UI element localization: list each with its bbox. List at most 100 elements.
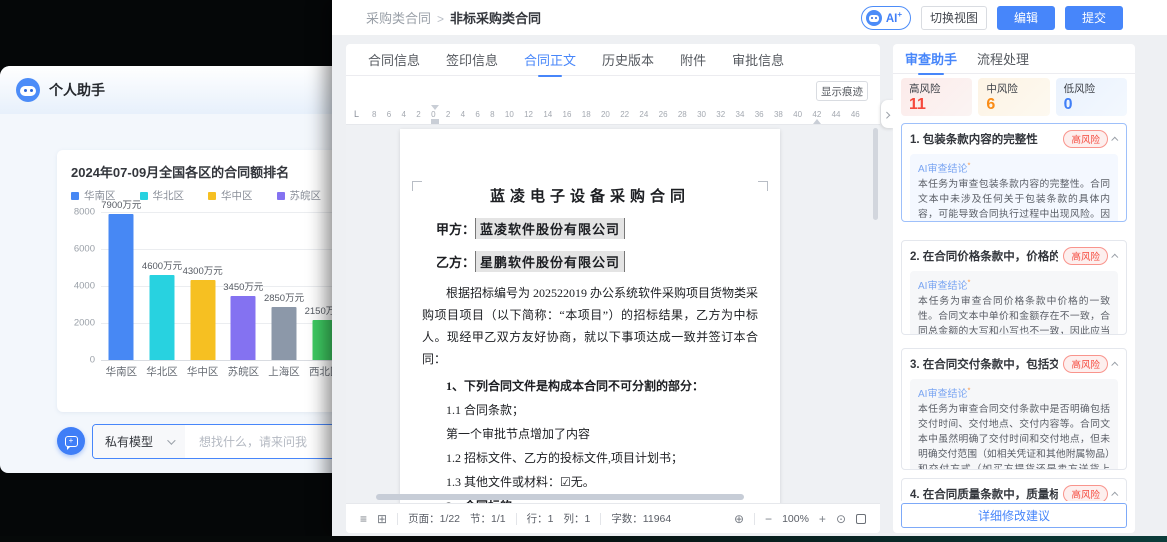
legend-item[interactable]: 华中区 <box>208 188 253 203</box>
submit-button[interactable]: 提交 <box>1065 6 1123 30</box>
ruler-tick: 34 <box>736 110 745 119</box>
fit-page-icon[interactable]: ⊙ <box>836 512 846 526</box>
review-panel: 审查助手流程处理 高风险11中风险6低风险0 1. 包装条款内容的完整性高风险A… <box>893 44 1135 533</box>
x-axis-category-label: 苏皖区 <box>223 364 264 379</box>
ruler-tick: 4 <box>461 110 465 119</box>
chevron-up-icon[interactable] <box>1111 136 1118 143</box>
ruler-tick: 2 <box>416 110 420 119</box>
review-item[interactable]: 2. 在合同价格条款中，价格的一致性高风险AI审查结论*本任务为审查合同价格条款… <box>901 240 1127 335</box>
status-column: 列：1 <box>563 511 590 526</box>
legend-item[interactable]: 苏皖区 <box>277 188 322 203</box>
bar[interactable] <box>312 320 332 360</box>
breadcrumb-separator: > <box>437 12 444 26</box>
risk-stat-value: 6 <box>986 96 1041 114</box>
review-item-title: 4. 在合同质量条款中，质量标准是否约定... <box>910 486 1058 501</box>
chat-input[interactable]: 私有模型 想找什么，请来问我 <box>92 424 332 459</box>
y-axis-tick-label: 6000 <box>74 244 95 255</box>
tab-1[interactable]: 签印信息 <box>446 50 498 69</box>
party-b-field[interactable]: 星鹏软件股份有限公司 <box>475 251 625 272</box>
risk-stat-card: 高风险11 <box>901 78 972 116</box>
edit-button[interactable]: 编辑 <box>997 6 1055 30</box>
indent-marker-left[interactable] <box>431 119 439 124</box>
tab-3[interactable]: 历史版本 <box>602 50 654 69</box>
divider <box>397 513 398 525</box>
language-globe-icon[interactable]: ⊕ <box>734 512 744 526</box>
zoom-out-button[interactable]: − <box>765 512 772 526</box>
chat-placeholder: 想找什么，请来问我 <box>199 433 307 450</box>
review-item-title: 2. 在合同价格条款中，价格的一致性 <box>910 248 1058 264</box>
legend-swatch <box>71 192 79 200</box>
ruler-tick: 14 <box>543 110 552 119</box>
horizontal-scrollbar[interactable] <box>376 494 744 500</box>
review-item-header[interactable]: 2. 在合同价格条款中，价格的一致性高风险 <box>910 247 1118 265</box>
panel-tab-0[interactable]: 审查助手 <box>905 49 957 68</box>
ruler-tick: 0 <box>431 110 435 119</box>
review-item[interactable]: 4. 在合同质量条款中，质量标准是否约定...高风险 <box>901 478 1127 501</box>
y-axis-tick-label: 0 <box>90 355 95 366</box>
ai-conclusion-label: AI审查结论* <box>918 160 1110 175</box>
detailed-suggestions-button[interactable]: 详细修改建议 <box>901 503 1127 528</box>
review-item-header[interactable]: 3. 在合同交付条款中，包括交付时间、交...高风险 <box>910 355 1118 373</box>
ai-robot-icon <box>866 10 882 26</box>
risk-stat-card: 低风险0 <box>1056 78 1127 116</box>
tab-5[interactable]: 审批信息 <box>732 50 784 69</box>
review-item[interactable]: 3. 在合同交付条款中，包括交付时间、交...高风险AI审查结论*本任务为审查合… <box>901 348 1127 470</box>
ruler-tick: 44 <box>832 110 841 119</box>
fullscreen-icon[interactable] <box>856 514 866 524</box>
indent-marker-first-line[interactable] <box>431 105 439 110</box>
party-a-field[interactable]: 蓝凌软件股份有限公司 <box>475 218 625 239</box>
tab-0[interactable]: 合同信息 <box>368 50 420 69</box>
status-word-count: 字数：11964 <box>611 511 671 526</box>
contract-heading-1: 1、下列合同文件是构成本合同不可分割的部分： <box>422 377 758 394</box>
tab-stop-selector[interactable]: L <box>354 109 359 119</box>
ruler-tick: 2 <box>446 110 450 119</box>
ai-assistant-button[interactable]: AI+ <box>861 6 911 30</box>
ruler-tick: 24 <box>639 110 648 119</box>
bar[interactable] <box>190 280 215 360</box>
margin-mark-left <box>412 181 422 191</box>
switch-view-button[interactable]: 切换视图 <box>921 6 987 30</box>
legend-label: 华北区 <box>153 188 185 203</box>
ai-conclusion-label: AI审查结论* <box>918 385 1110 400</box>
tab-2[interactable]: 合同正文 <box>524 50 576 69</box>
page-thumbnails-icon[interactable]: ⊞ <box>377 512 387 526</box>
chevron-up-icon[interactable] <box>1111 361 1118 368</box>
panel-tab-1[interactable]: 流程处理 <box>977 49 1029 68</box>
bar[interactable] <box>150 275 175 360</box>
y-axis-tick-label: 4000 <box>74 281 95 292</box>
show-marks-button[interactable]: 显示痕迹 <box>816 81 868 101</box>
document-card: 合同信息签印信息合同正文历史版本附件审批信息 显示痕迹 L 8642024681… <box>346 44 880 533</box>
x-axis-category-label: 华中区 <box>182 364 223 379</box>
bar[interactable] <box>109 214 134 360</box>
bar-value-label: 4600万元 <box>142 258 182 272</box>
model-select[interactable]: 私有模型 <box>93 425 185 458</box>
review-items-list[interactable]: 1. 包装条款内容的完整性高风险 AI审查结论*本任务为审查包装条款内容的完整性。… <box>901 122 1127 501</box>
status-section: 节：1/1 <box>470 511 506 526</box>
indent-marker-right[interactable] <box>813 119 821 124</box>
risk-summary: 高风险11中风险6低风险0 <box>901 78 1127 116</box>
document-page[interactable]: 蓝凌电子设备采购合同 甲方： 蓝凌软件股份有限公司 乙方： 星鹏软件股份有限公司… <box>400 129 780 503</box>
zoom-in-button[interactable]: + <box>819 512 826 526</box>
chevron-up-icon[interactable] <box>1111 253 1118 260</box>
contract-title: 蓝凌电子设备采购合同 <box>422 185 758 206</box>
chevron-up-icon[interactable] <box>1111 491 1118 498</box>
review-item-header[interactable]: 4. 在合同质量条款中，质量标准是否约定...高风险 <box>910 485 1118 501</box>
bar[interactable] <box>272 307 297 360</box>
ai-badge-label: AI+ <box>886 10 902 25</box>
legend-item[interactable]: 华北区 <box>140 188 185 203</box>
outline-list-icon[interactable]: ≡ <box>360 512 367 526</box>
document-statusbar: ≡ ⊞ 页面：1/22 节：1/1 行：1 列：1 字数：11964 ⊕ − 1… <box>346 503 880 533</box>
risk-badge: 高风险 <box>1063 247 1108 265</box>
vertical-scrollbar[interactable] <box>873 128 878 220</box>
review-item-body: AI审查结论*本任务为审查包装条款内容的完整性。合同文本中未涉及任何关于包装条款… <box>910 154 1118 222</box>
breadcrumb-parent[interactable]: 采购类合同 <box>366 11 431 26</box>
risk-stat-label: 低风险 <box>1064 81 1119 96</box>
review-item[interactable]: 1. 包装条款内容的完整性高风险 AI审查结论*本任务为审查包装条款内容的完整性。… <box>901 123 1127 222</box>
ruler-tick: 20 <box>601 110 610 119</box>
document-editor[interactable]: 蓝凌电子设备采购合同 甲方： 蓝凌软件股份有限公司 乙方： 星鹏软件股份有限公司… <box>346 125 880 503</box>
chat-button[interactable]: + <box>57 427 85 455</box>
review-item-header[interactable]: 1. 包装条款内容的完整性高风险 <box>910 130 1118 148</box>
bar[interactable] <box>231 296 256 360</box>
tab-4[interactable]: 附件 <box>680 50 706 69</box>
ruler-tick: 22 <box>620 110 629 119</box>
